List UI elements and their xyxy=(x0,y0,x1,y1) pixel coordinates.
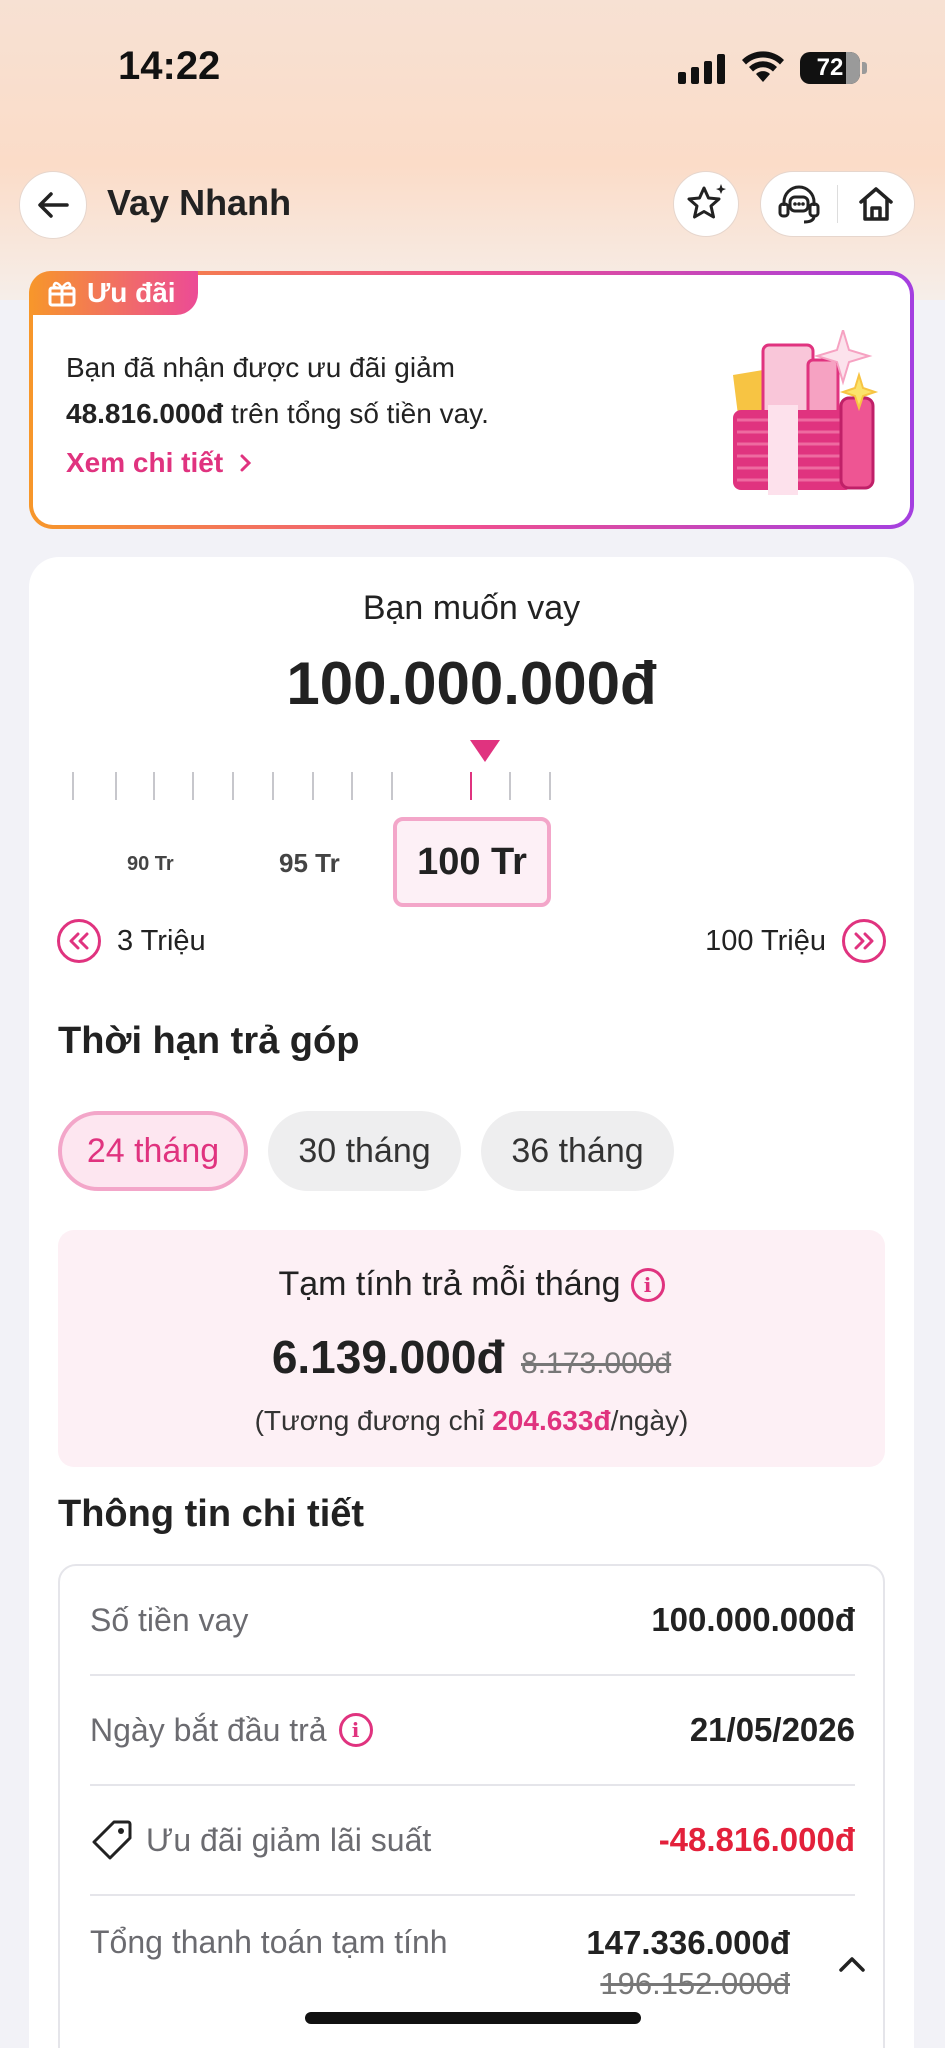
promo-link-label: Xem chi tiết xyxy=(66,447,224,478)
promo-text: Bạn đã nhận được ưu đãi giảm 48.816.000đ… xyxy=(66,345,489,437)
info-icon[interactable]: i xyxy=(630,1267,665,1302)
max-amount-button[interactable]: 100 Triệu xyxy=(705,919,886,963)
promo-tag: Ưu đãi xyxy=(29,271,198,315)
promo-detail-link[interactable]: Xem chi tiết xyxy=(66,447,253,479)
detail-row-loan-amount: Số tiền vay 100.000.000đ xyxy=(90,1566,855,1676)
wifi-icon xyxy=(742,51,784,82)
battery-level: 72 xyxy=(816,54,844,81)
total-values: 147.336.000đ 196.152.000đ xyxy=(586,1924,790,2002)
detail-value: -48.816.000đ xyxy=(658,1821,855,1858)
monthly-estimate-value: 6.139.000đ 8.173.000đ xyxy=(58,1330,885,1384)
detail-label: Ưu đãi giảm lãi suất xyxy=(90,1818,431,1862)
details-section-title: Thông tin chi tiết xyxy=(58,1493,365,1535)
star-sparkle-icon xyxy=(687,184,726,219)
detail-row-start-date: Ngày bắt đầu trả i 21/05/2026 xyxy=(90,1676,855,1786)
monthly-payment-old: 8.173.000đ xyxy=(521,1347,672,1380)
gift-icon xyxy=(48,281,76,307)
tag-icon xyxy=(92,1820,132,1860)
term-option-36[interactable]: 36 tháng xyxy=(481,1111,674,1191)
term-section-title: Thời hạn trả góp xyxy=(58,1020,360,1062)
detail-value: 100.000.000đ xyxy=(651,1601,855,1638)
home-button[interactable] xyxy=(838,172,914,236)
detail-label-text: Ưu đãi giảm lãi suất xyxy=(146,1821,432,1858)
promo-tag-label: Ưu đãi xyxy=(87,277,176,308)
detail-row-discount: Ưu đãi giảm lãi suất -48.816.000đ xyxy=(90,1786,855,1896)
status-time: 14:22 xyxy=(118,44,221,88)
daily-value: 204.633đ xyxy=(492,1405,611,1436)
support-button[interactable] xyxy=(761,172,837,236)
daily-equivalent: (Tương đương chỉ 204.633đ/ngày) xyxy=(58,1405,885,1437)
chevron-right-icon xyxy=(240,454,252,472)
loan-amount-label: Bạn muốn vay xyxy=(362,589,581,627)
monthly-estimate-label-text: Tạm tính trả mỗi tháng xyxy=(278,1265,621,1303)
promo-line-2-rest: trên tổng số tiền vay. xyxy=(223,398,489,429)
gift-illustration-icon xyxy=(733,330,879,495)
monthly-estimate-label: Tạm tính trả mỗi tháng i xyxy=(58,1265,885,1304)
daily-suffix: /ngày) xyxy=(610,1405,689,1436)
monthly-payment: 6.139.000đ xyxy=(271,1331,505,1383)
promo-line-1: Bạn đã nhận được ưu đãi giảm xyxy=(66,352,455,383)
min-amount-label: 3 Triệu xyxy=(117,924,206,957)
home-indicator xyxy=(305,2012,641,2024)
daily-prefix: (Tương đương chỉ xyxy=(254,1405,493,1436)
loan-card: Bạn muốn vay 100.000.000đ 90 Tr 95 Tr 10… xyxy=(29,557,914,2048)
term-option-24[interactable]: 24 tháng xyxy=(58,1111,248,1191)
detail-row-total[interactable]: Tổng thanh toán tạm tính 147.336.000đ 19… xyxy=(90,1896,790,2006)
promo-line-2: 48.816.000đ trên tổng số tiền vay. xyxy=(66,391,489,437)
promo-card[interactable]: Ưu đãi Bạn đã nhận được ưu đãi giảm 48.8… xyxy=(29,271,914,529)
detail-label-text: Ngày bắt đầu trả xyxy=(90,1711,327,1748)
home-icon xyxy=(859,187,893,221)
monthly-estimate-box: Tạm tính trả mỗi tháng i 6.139.000đ 8.17… xyxy=(58,1230,885,1467)
status-bar: 14:22 72 xyxy=(0,0,945,120)
slider-pointer xyxy=(470,740,500,762)
headset-support-icon xyxy=(778,185,820,224)
back-button[interactable] xyxy=(19,171,87,239)
term-options: 24 tháng 30 tháng 36 tháng xyxy=(58,1111,674,1191)
battery-icon: 72 xyxy=(800,52,860,84)
scale-label-selected[interactable]: 100 Tr xyxy=(393,817,551,907)
max-amount-label: 100 Triệu xyxy=(705,924,826,957)
detail-label: Tổng thanh toán tạm tính xyxy=(90,1924,448,1960)
min-amount-button[interactable]: 3 Triệu xyxy=(57,919,206,963)
info-icon[interactable]: i xyxy=(338,1713,373,1747)
battery-tip xyxy=(862,62,867,74)
detail-old-value: 196.152.000đ xyxy=(600,1966,790,2001)
double-chevron-left-icon xyxy=(57,919,101,963)
term-option-30[interactable]: 30 tháng xyxy=(268,1111,461,1191)
double-chevron-right-icon xyxy=(842,919,886,963)
detail-value: 147.336.000đ xyxy=(586,1924,790,1961)
header-action-group xyxy=(760,171,915,237)
amount-slider-ticks[interactable] xyxy=(29,772,914,802)
detail-label: Số tiền vay xyxy=(90,1601,249,1638)
scale-label-95[interactable]: 95 Tr xyxy=(279,848,340,879)
arrow-left-icon xyxy=(38,192,69,218)
loan-amount-value: 100.000.000đ xyxy=(286,650,657,717)
details-table: Số tiền vay 100.000.000đ Ngày bắt đầu tr… xyxy=(58,1564,885,2048)
scale-label-90[interactable]: 90 Tr xyxy=(127,853,174,876)
cellular-signal-icon xyxy=(678,54,725,84)
promo-amount: 48.816.000đ xyxy=(66,398,224,429)
detail-value: 21/05/2026 xyxy=(689,1711,855,1748)
favorite-button[interactable] xyxy=(673,171,739,237)
page-title: Vay Nhanh xyxy=(107,182,292,223)
detail-label: Ngày bắt đầu trả i xyxy=(90,1712,373,1749)
chevron-up-icon[interactable] xyxy=(837,1954,867,1974)
